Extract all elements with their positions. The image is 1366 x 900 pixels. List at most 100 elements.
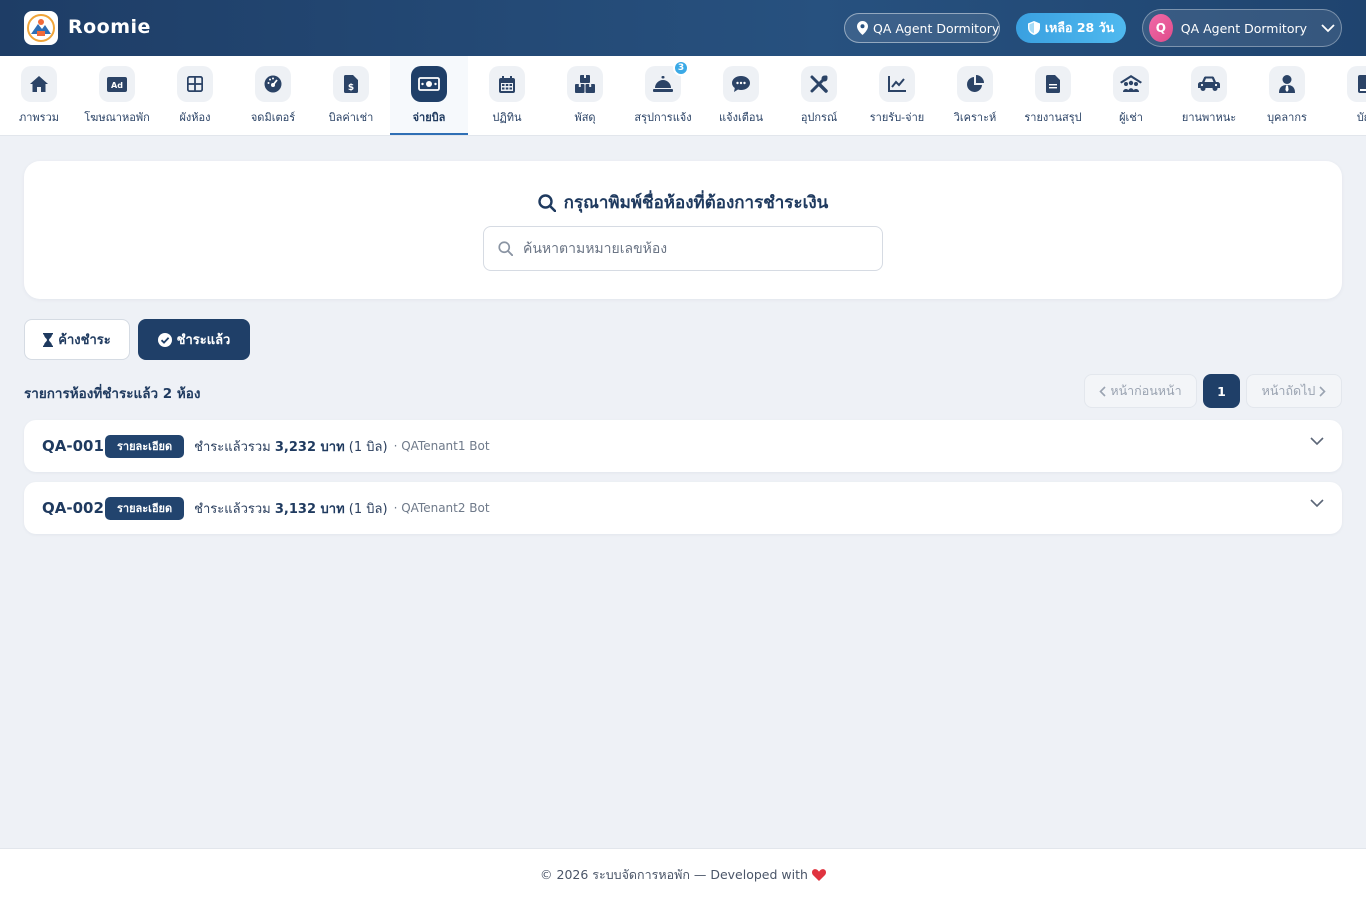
bell-service-icon: 3 [645, 60, 689, 102]
shield-icon [1027, 21, 1040, 35]
grid-icon [177, 66, 213, 102]
nav-item-parcels[interactable]: พัสดุ [546, 56, 624, 135]
heart-icon [811, 868, 826, 881]
nav-item-meter[interactable]: จดมิเตอร์ [234, 56, 312, 135]
notification-badge: 3 [673, 60, 689, 76]
room-row[interactable]: QA-001 รายละเอียด ชำระแล้วรวม 3,232 บาท … [24, 420, 1342, 472]
nav-label: บิลค่าเช่า [328, 111, 374, 124]
room-name: QA-001 [42, 437, 104, 455]
nav-label: ภาพรวม [18, 111, 59, 124]
document-icon [1035, 66, 1071, 102]
nav-item-tenants[interactable]: ผู้เช่า [1092, 56, 1170, 135]
prev-page-button[interactable]: หน้าก่อนหน้า [1084, 374, 1197, 408]
svg-text:$: $ [348, 83, 354, 93]
chat-icon [723, 66, 759, 102]
filter-pending-button[interactable]: ค้างชำระ [24, 319, 130, 360]
svg-text:Ad: Ad [111, 81, 123, 90]
paid-summary: ชำระแล้วรวม 3,232 บาท (1 บิล) [194, 436, 387, 457]
room-detail-button[interactable]: รายละเอียด [105, 434, 185, 458]
paid-prefix: ชำระแล้วรวม [194, 501, 271, 517]
room-detail-button[interactable]: รายละเอียด [105, 496, 185, 520]
nav-label: ปฏิทิน [492, 111, 522, 124]
chevron-down-icon [1321, 23, 1335, 32]
home-icon [21, 66, 57, 102]
nav-item-rent-bill[interactable]: $ บิลค่าเช่า [312, 56, 390, 135]
bill-count: (1 บิล) [348, 501, 388, 517]
days-left-label: เหลือ 28 วัน [1044, 20, 1115, 35]
room-name: QA-002 [42, 499, 104, 517]
search-field[interactable] [483, 226, 883, 271]
nav-item-advertise[interactable]: Ad โฆษณาหอพัก [78, 56, 156, 135]
prev-page-label: หน้าก่อนหน้า [1110, 383, 1182, 398]
pie-chart-icon [957, 66, 993, 102]
search-card: กรุณาพิมพ์ชื่อห้องที่ต้องการชำระเงิน [24, 161, 1342, 299]
location-label: QA Agent Dormitory [873, 20, 1000, 36]
people-roof-icon [1113, 66, 1149, 102]
location-selector[interactable]: QA Agent Dormitory [844, 13, 1000, 43]
chevron-down-icon[interactable] [1310, 437, 1324, 446]
nav-label: อุปกรณ์ [800, 111, 838, 124]
filter-paid-button[interactable]: ชำระแล้ว [138, 319, 250, 360]
nav-item-vehicles[interactable]: ยานพาหนะ [1170, 56, 1248, 135]
app-logo[interactable] [24, 11, 58, 45]
nav-label: บุคลากร [1267, 111, 1307, 124]
paid-amount: 3,132 บาท [274, 501, 345, 517]
nav-label: จดมิเตอร์ [250, 111, 296, 124]
next-page-button[interactable]: หน้าถัดไป [1246, 374, 1342, 408]
paid-amount: 3,232 บาท [274, 439, 345, 455]
room-search-input[interactable] [523, 240, 863, 257]
invoice-icon: $ [333, 66, 369, 102]
chevron-down-icon[interactable] [1310, 499, 1324, 508]
user-tie-icon [1269, 66, 1305, 102]
nav-item-calendar[interactable]: ปฏิทิน [468, 56, 546, 135]
room-row[interactable]: QA-002 รายละเอียด ชำระแล้วรวม 3,132 บาท … [24, 482, 1342, 534]
nav-label: บัญ [1356, 111, 1366, 124]
nav-label: รายรับ-จ่าย [869, 111, 925, 124]
subscription-days-badge[interactable]: เหลือ 28 วัน [1016, 13, 1126, 43]
nav-label: แจ้งเตือน [719, 111, 763, 124]
chevron-left-icon [1099, 385, 1106, 397]
avatar: Q [1149, 14, 1173, 42]
nav-label: ยานพาหนะ [1181, 111, 1237, 124]
nav-item-income-expense[interactable]: รายรับ-จ่าย [858, 56, 936, 135]
nav-label: วิเคราะห์ [953, 111, 997, 124]
nav-item-equipment[interactable]: อุปกรณ์ [780, 56, 858, 135]
nav-label: สรุปการแจ้ง [634, 111, 692, 124]
user-name: QA Agent Dormitory [1180, 20, 1307, 36]
nav-item-summary-report[interactable]: รายงานสรุป [1014, 56, 1092, 135]
nav-item-pay-bill[interactable]: จ่ายบิล [390, 56, 468, 135]
search-heading: กรุณาพิมพ์ชื่อห้องที่ต้องการชำระเงิน [24, 189, 1342, 216]
nav-item-analysis[interactable]: วิเคราะห์ [936, 56, 1014, 135]
nav-label: จ่ายบิล [412, 111, 446, 124]
nav-item-overview[interactable]: ภาพรวม [0, 56, 78, 135]
check-circle-icon [157, 332, 172, 347]
main-nav: ภาพรวม Ad โฆษณาหอพัก ผังห้อง จดมิเตอร์ $… [0, 56, 1366, 136]
search-icon [498, 241, 513, 256]
bill-count: (1 บิล) [348, 439, 388, 455]
logo-icon [27, 14, 55, 42]
nav-item-room-layout[interactable]: ผังห้อง [156, 56, 234, 135]
brand-name: Roomie [68, 16, 151, 38]
boxes-icon [567, 66, 603, 102]
user-menu[interactable]: Q QA Agent Dormitory [1142, 9, 1342, 47]
nav-item-accounts[interactable]: บัญ [1326, 56, 1366, 135]
nav-item-report-summary[interactable]: 3 สรุปการแจ้ง [624, 56, 702, 135]
footer-text: © 2026 ระบบจัดการหอพัก — Developed with [540, 866, 808, 882]
paid-prefix: ชำระแล้วรวม [194, 439, 271, 455]
nav-label: ผังห้อง [179, 111, 211, 124]
chevron-right-icon [1319, 385, 1326, 397]
calendar-icon [489, 66, 525, 102]
paid-summary: ชำระแล้วรวม 3,132 บาท (1 บิล) [194, 498, 387, 519]
page-number-button[interactable]: 1 [1203, 374, 1240, 408]
nav-item-notifications[interactable]: แจ้งเตือน [702, 56, 780, 135]
tenant-name: · QATenant1 Bot [393, 439, 490, 453]
nav-label: พัสดุ [574, 111, 596, 124]
money-icon [411, 66, 447, 102]
top-bar: Roomie QA Agent Dormitory เหลือ 28 วัน Q… [0, 0, 1366, 56]
hourglass-icon [43, 332, 54, 347]
search-title: กรุณาพิมพ์ชื่อห้องที่ต้องการชำระเงิน [563, 193, 829, 213]
nav-item-staff[interactable]: บุคลากร [1248, 56, 1326, 135]
nav-label: รายงานสรุป [1024, 111, 1082, 124]
map-pin-icon [857, 21, 868, 35]
filter-pending-label: ค้างชำระ [58, 333, 111, 348]
